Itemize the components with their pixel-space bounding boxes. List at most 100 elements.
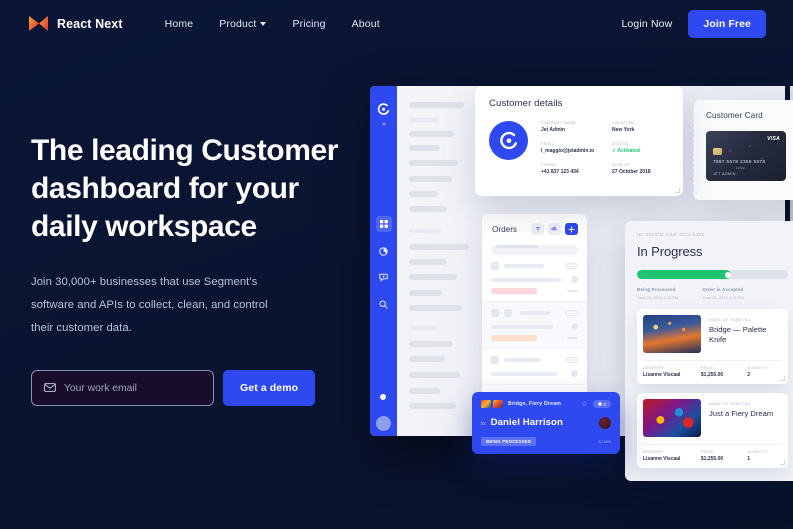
- cart-badge: 2: [592, 400, 611, 409]
- cart-icon: [597, 402, 602, 406]
- order-thumbnails: [481, 400, 503, 409]
- card-number: 7867 5678 2369 5978: [713, 159, 766, 164]
- top-navbar: React Next Home Product Pricing About Lo…: [0, 0, 793, 47]
- nav-link-about[interactable]: About: [352, 18, 380, 30]
- quantity-cell: QUANTITY 1: [747, 450, 782, 462]
- spiral-avatar-icon: [489, 121, 528, 160]
- mock-sidebar: [370, 86, 397, 436]
- join-free-button[interactable]: Join Free: [688, 9, 766, 38]
- resize-handle[interactable]: [675, 188, 680, 193]
- table-row[interactable]: [482, 255, 587, 302]
- email-input[interactable]: [64, 382, 194, 394]
- plus-icon[interactable]: [565, 223, 578, 235]
- chip-icon: [713, 148, 722, 155]
- brand-logo-link[interactable]: React Next: [28, 15, 123, 32]
- customer-card-panel: Customer Card VISA 7867 5678 2369 5978 1…: [693, 100, 793, 200]
- painting-name: Just a Fiery Dream: [709, 409, 774, 418]
- card-expiry: 12/22: [736, 166, 746, 170]
- sidebar-item-search[interactable]: [376, 296, 392, 312]
- get-a-demo-button[interactable]: Get a demo: [223, 370, 316, 407]
- login-link[interactable]: Login Now: [621, 18, 672, 30]
- cell-value: 2: [747, 372, 751, 378]
- orderer-cell: ORDERER Lisanne Viscaal: [643, 450, 701, 462]
- step-label: Order is Accepted: [702, 287, 744, 292]
- nav-link-pricing-label: Pricing: [292, 17, 326, 30]
- progress-step: Order is Accepted June 25, 2019 4:15 PM: [702, 287, 743, 300]
- nav-link-pricing[interactable]: Pricing: [292, 18, 325, 30]
- field-value: l_maggio@jetadmin.io: [541, 148, 595, 154]
- field-value: 27 October 2018: [612, 169, 651, 175]
- avatar[interactable]: [376, 416, 391, 431]
- orders-search-input[interactable]: [491, 245, 578, 255]
- cell-value: $1,255.00: [700, 372, 724, 378]
- hero-section: The leading Customer dashboard for your …: [31, 132, 371, 407]
- step-time: June 25, 2019 4:15 PM: [702, 295, 744, 300]
- refresh-cloud-icon[interactable]: [548, 223, 561, 235]
- status-badge: BEING PROCESSED: [481, 437, 537, 447]
- resize-handle[interactable]: [780, 376, 785, 381]
- in-progress-panel: ID: 3563f3c-c54f-4421-b305 In Progress B…: [625, 221, 793, 481]
- nav-link-product-label: Product: [219, 17, 257, 30]
- dashboard-mockup: Orders Customer details COMPANY NAME Jet…: [370, 86, 793, 481]
- column-header: QUANTITY: [747, 450, 769, 454]
- badge-count: 2: [603, 401, 606, 407]
- orders-header: Orders: [482, 214, 587, 242]
- orders-actions: [531, 223, 578, 235]
- progress-knob[interactable]: [724, 271, 731, 278]
- cell-value: $1,255.00: [700, 456, 724, 462]
- painting-name-label: NAME OF PAINTING: [709, 402, 752, 406]
- resize-handle[interactable]: [780, 460, 785, 465]
- table-row[interactable]: [482, 349, 587, 385]
- sidebar-item-messages[interactable]: [376, 269, 392, 285]
- envelope-icon: [44, 379, 56, 397]
- field-label: LOCATION: [612, 121, 635, 125]
- order-customer-name: Daniel Harrison: [490, 417, 563, 429]
- order-timestamp: 42 MIN: [598, 439, 611, 445]
- painting-name-label: NAME OF PAINTING: [709, 318, 752, 322]
- list-item[interactable]: NAME OF PAINTING Bridge — Palette Knife …: [637, 309, 788, 384]
- cell-value: Lisanne Viscaal: [643, 456, 681, 462]
- nav-link-home-label: Home: [164, 17, 194, 30]
- orders-title: Orders: [492, 224, 518, 234]
- field-value: New York: [612, 127, 635, 133]
- column-header: PRICE: [700, 450, 714, 454]
- page-title: The leading Customer dashboard for your …: [31, 134, 339, 243]
- nav-link-product[interactable]: Product: [219, 17, 267, 30]
- list-item[interactable]: NAME OF PAINTING Just a Fiery Dream ORDE…: [637, 393, 788, 468]
- email-field-wrapper[interactable]: [31, 370, 214, 407]
- progress-bar: [637, 270, 788, 279]
- order-card-title: Bridge, Fiery Dream: [508, 401, 562, 408]
- field-label: COMPANY NAME: [541, 121, 577, 125]
- field-email: EMAIL l_maggio@jetadmin.io: [541, 142, 598, 154]
- signup-form: Get a demo: [31, 370, 371, 407]
- column-header: ORDERER: [643, 366, 664, 370]
- progress-bar-fill: [637, 270, 731, 279]
- sidebar-item-analytics[interactable]: [376, 243, 392, 259]
- field-phone: PHONE +41 837 123 434: [541, 163, 598, 175]
- nav-actions: Login Now Join Free: [621, 9, 766, 38]
- column-header: QUANTITY: [747, 366, 769, 370]
- column-header: ORDERER: [643, 450, 664, 454]
- customer-details-card: Customer details COMPANY NAME Jet Admin …: [475, 86, 683, 196]
- visa-logo: VISA: [767, 136, 780, 142]
- filter-icon[interactable]: [531, 223, 544, 235]
- in-progress-title: In Progress: [637, 244, 703, 259]
- field-company-name: COMPANY NAME Jet Admin: [541, 121, 598, 133]
- painting-image: [643, 315, 701, 353]
- nav-links: Home Product Pricing About: [165, 18, 380, 30]
- field-location: LOCATION New York: [612, 121, 669, 133]
- table-row[interactable]: [482, 302, 587, 349]
- order-highlight-card[interactable]: Bridge, Fiery Dream ☆ 2 to: Daniel Harri…: [472, 392, 620, 454]
- chevron-down-icon: [381, 123, 386, 126]
- nav-link-home[interactable]: Home: [165, 18, 194, 30]
- field-label: PHONE: [541, 163, 557, 167]
- brand-name: React Next: [57, 16, 123, 31]
- field-value: +41 837 123 434: [541, 169, 579, 175]
- star-outline-icon[interactable]: ☆: [581, 400, 587, 408]
- cell-value: Lisanne Viscaal: [643, 372, 681, 378]
- orders-panel: Orders: [482, 214, 587, 414]
- painting-image: [643, 399, 701, 437]
- sidebar-item-dashboard[interactable]: [375, 216, 392, 232]
- credit-card: VISA 7867 5678 2369 5978 12/22 JET ADMIN: [706, 131, 786, 181]
- landing-page: React Next Home Product Pricing About Lo…: [0, 0, 793, 529]
